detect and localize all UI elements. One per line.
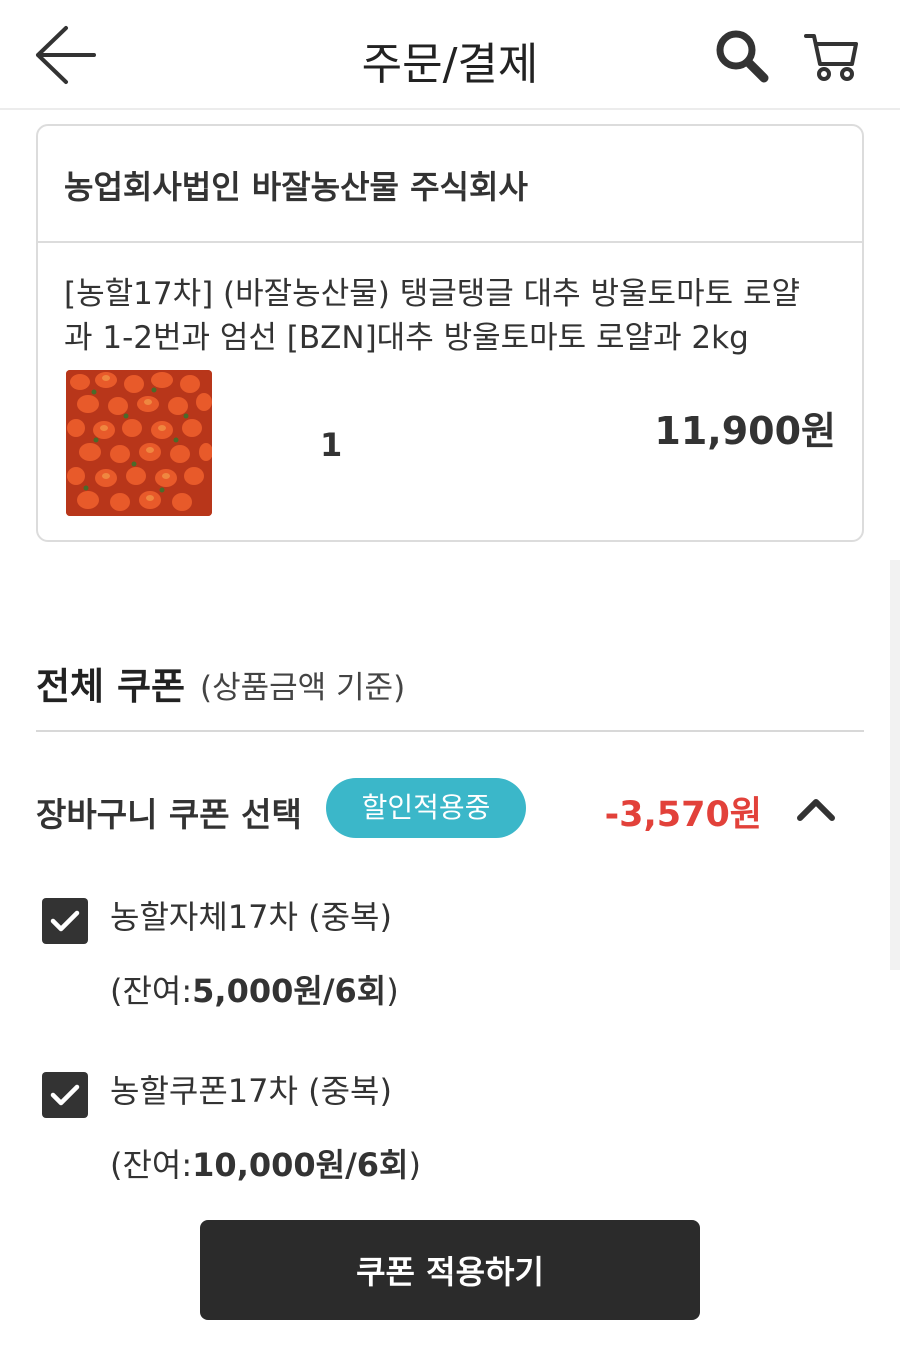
product-name: [농할17차] (바잘농산물) 탱글탱글 대추 방울토마토 로얄 과 1-2번과… [64,272,854,360]
product-name-line-1: [농할17차] (바잘농산물) 탱글탱글 대추 방울토마토 로얄 [64,276,801,312]
discount-applied-badge: 할인적용중 [326,778,526,838]
coupon-section-title: 전체 쿠폰 [36,665,186,708]
coupon-item: 농할자체17차 (중복) (잔여:5,000원/6회) [42,886,842,1016]
checkmark-icon [50,1084,80,1106]
discount-amount: -3,570원 [604,795,762,835]
scrollbar[interactable] [890,560,900,970]
chevron-up-icon [797,799,835,821]
search-button[interactable] [712,26,772,86]
cart-button[interactable] [800,26,864,86]
apply-coupon-button[interactable]: 쿠폰 적용하기 [200,1220,700,1320]
cart-coupon-label: 장바구니 쿠폰 선택 [36,795,302,834]
coupon-item: 농할쿠폰17차 (중복) (잔여:10,000원/6회) [42,1060,842,1190]
quantity: 1 [320,426,343,464]
coupon-name: 농할쿠폰17차 (중복) [110,1072,392,1110]
product-thumbnail [66,370,212,516]
coupon-name: 농할자체17차 (중복) [110,898,392,936]
order-item-card: 농업회사법인 바잘농산물 주식회사 [농할17차] (바잘농산물) 탱글탱글 대… [36,124,864,542]
coupon-checkbox[interactable] [42,898,88,944]
collapse-button[interactable] [792,790,840,830]
section-divider [36,730,864,732]
card-divider [38,241,862,243]
coupon-section-subtitle: (상품금액 기준) [200,670,406,706]
app-header: 주문/결제 [0,0,900,110]
product-name-line-2: 과 1-2번과 엄선 [BZN]대추 방울토마토 로얄과 2kg [64,320,749,356]
coupon-checkbox[interactable] [42,1072,88,1118]
coupon-remaining: (잔여:10,000원/6회) [110,1146,421,1184]
order-payment-page: 주문/결제 농업회사법인 바잘농산물 주식회사 [농할17차] (바잘농산물) … [0,0,900,1350]
coupon-remaining: (잔여:5,000원/6회) [110,972,399,1010]
shopping-cart-icon [804,34,858,81]
item-price: 11,900원 [654,409,836,453]
seller-name: 농업회사법인 바잘농산물 주식회사 [64,168,528,206]
search-icon [716,30,769,83]
checkmark-icon [50,910,80,932]
